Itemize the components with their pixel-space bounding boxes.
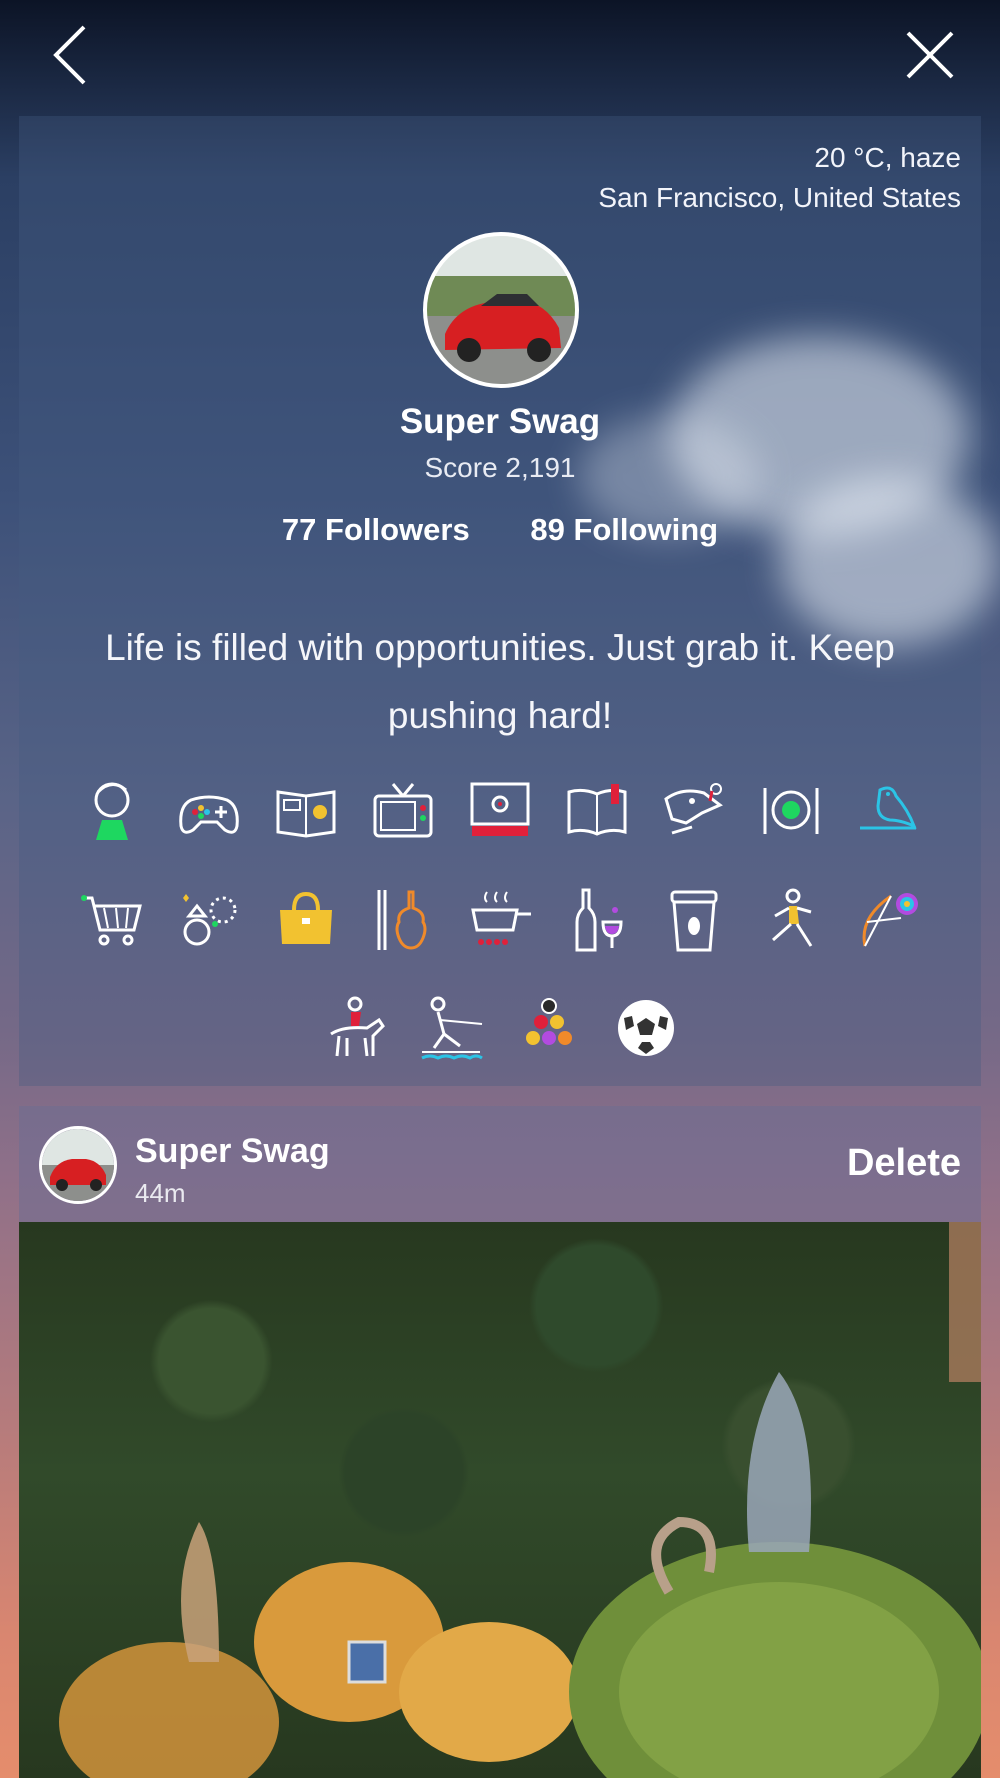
chevron-left-icon bbox=[53, 25, 86, 85]
post-card: Super Swag 44m Delete bbox=[19, 1106, 981, 1778]
location-text: San Francisco, United States bbox=[598, 182, 961, 213]
followers-link[interactable]: 77 Followers bbox=[282, 512, 470, 548]
shopping-cart-icon[interactable] bbox=[78, 886, 146, 954]
profile-avatar[interactable] bbox=[423, 232, 579, 388]
profile-card: 20 °C, haze San Francisco, United States… bbox=[19, 116, 999, 1086]
close-button[interactable] bbox=[895, 20, 965, 90]
delete-button[interactable]: Delete bbox=[847, 1142, 961, 1185]
violin-icon[interactable] bbox=[369, 886, 437, 954]
post-photo[interactable] bbox=[19, 1222, 981, 1778]
handbag-icon[interactable] bbox=[272, 886, 340, 954]
post-timestamp: 44m bbox=[135, 1178, 186, 1208]
dinosaur-icon[interactable] bbox=[660, 776, 728, 844]
profile-score: Score 2,191 bbox=[424, 452, 576, 483]
running-icon[interactable] bbox=[757, 886, 825, 954]
dining-icon[interactable] bbox=[757, 776, 825, 844]
profile-bio: Life is filled with opportunities. Just … bbox=[105, 627, 895, 736]
interest-row bbox=[19, 994, 981, 1062]
post-author-name[interactable]: Super Swag bbox=[135, 1132, 330, 1171]
comic-icon[interactable] bbox=[272, 776, 340, 844]
billiard-icon[interactable] bbox=[515, 994, 583, 1062]
interest-row bbox=[19, 776, 981, 844]
glass-pumpkins-image bbox=[59, 1222, 981, 1778]
wine-icon[interactable] bbox=[563, 886, 631, 954]
gamepad-icon[interactable] bbox=[175, 776, 243, 844]
soccer-ball-icon[interactable] bbox=[612, 994, 680, 1062]
film-icon[interactable] bbox=[466, 776, 534, 844]
post-author-avatar[interactable] bbox=[39, 1126, 117, 1204]
coffee-cup-icon[interactable] bbox=[660, 886, 728, 954]
post-header: Super Swag 44m Delete bbox=[19, 1106, 981, 1222]
following-link[interactable]: 89 Following bbox=[530, 512, 718, 548]
cooking-pot-icon[interactable] bbox=[466, 886, 534, 954]
water-ski-icon[interactable] bbox=[418, 994, 486, 1062]
car-image bbox=[42, 1129, 114, 1201]
archery-icon[interactable] bbox=[854, 886, 922, 954]
interest-row bbox=[19, 886, 981, 954]
back-button[interactable] bbox=[35, 20, 105, 90]
tv-icon[interactable] bbox=[369, 776, 437, 844]
kid-icon[interactable] bbox=[78, 776, 146, 844]
weather-info: 20 °C, haze San Francisco, United States bbox=[598, 138, 961, 218]
follow-stats: 77 Followers 89 Following bbox=[19, 512, 981, 548]
profile-name: Super Swag bbox=[399, 402, 601, 441]
book-icon[interactable] bbox=[563, 776, 631, 844]
horse-riding-icon[interactable] bbox=[321, 994, 389, 1062]
car-image bbox=[427, 236, 575, 384]
ring-icon[interactable] bbox=[175, 886, 243, 954]
top-bar bbox=[0, 0, 1000, 110]
bird-icon[interactable] bbox=[854, 776, 922, 844]
weather-text: 20 °C, haze bbox=[814, 142, 961, 173]
close-icon bbox=[906, 31, 954, 79]
